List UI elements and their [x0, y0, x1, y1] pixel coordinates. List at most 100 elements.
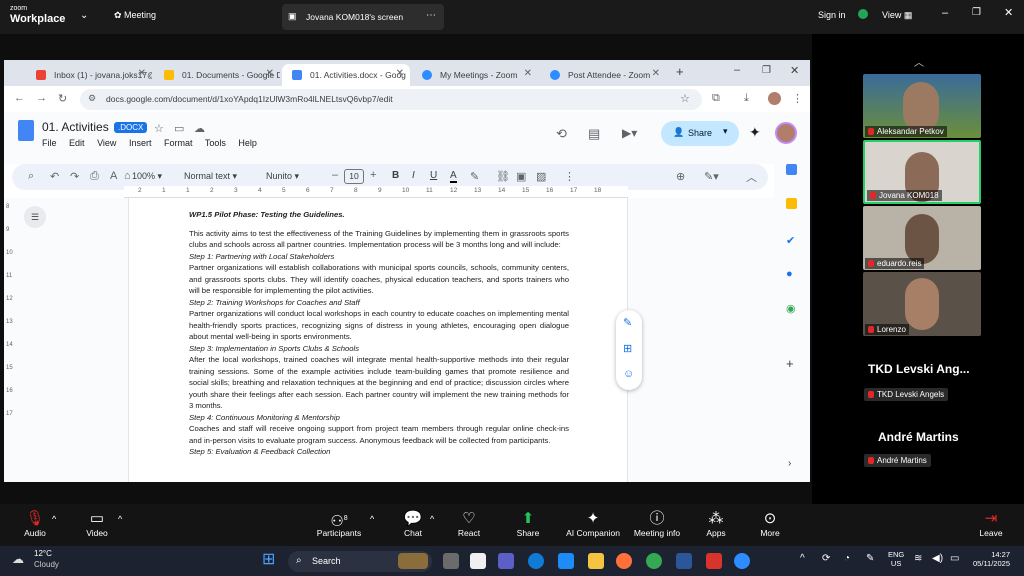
style-select[interactable]: Normal text ▾ — [184, 171, 237, 182]
undo-icon[interactable]: ↶ — [50, 170, 59, 183]
tasks-icon[interactable]: ✔ — [786, 234, 795, 247]
document-title[interactable]: 01. Activities — [42, 120, 109, 134]
print-icon[interactable]: ⎙ — [90, 170, 99, 183]
security-icon[interactable]: ◔ — [844, 553, 850, 564]
clock[interactable]: 14:27 05/11/2025 — [966, 550, 1010, 568]
avatar[interactable] — [775, 122, 797, 144]
comment-icon[interactable]: ▤ — [588, 126, 600, 142]
participant-video[interactable]: Aleksandar Petkov — [863, 74, 981, 138]
wifi-icon[interactable]: ≋ — [914, 553, 922, 564]
close-tab-icon[interactable]: ✕ — [652, 68, 660, 79]
sync-icon[interactable]: ⟳ — [822, 553, 830, 564]
chevron-up-icon[interactable]: ^ — [52, 514, 56, 524]
teams-icon[interactable] — [498, 553, 514, 569]
italic-icon[interactable]: I — [412, 170, 415, 181]
add-icon[interactable]: + — [786, 356, 794, 371]
close-tab-icon[interactable]: ✕ — [396, 68, 404, 79]
menu-format[interactable]: Format — [164, 138, 193, 148]
site-info-icon[interactable]: ⚙ — [88, 93, 96, 104]
increase-font-icon[interactable]: + — [370, 169, 376, 181]
back-icon[interactable]: ← — [14, 92, 25, 104]
menu-insert[interactable]: Insert — [129, 138, 152, 148]
maps-icon[interactable]: ◉ — [786, 302, 796, 315]
star-icon[interactable]: ☆ — [154, 122, 164, 135]
screen-share-tab[interactable]: ▣ Jovana KOM018's screen ⋯ — [282, 4, 444, 30]
participant-video[interactable]: Jovana KOM018 — [863, 140, 981, 204]
cloud-icon[interactable]: ☁ — [12, 552, 24, 566]
participants-button[interactable]: ⚇8 Participants — [312, 510, 366, 538]
react-button[interactable]: ♡ React — [454, 510, 484, 538]
close-tab-icon[interactable]: ✕ — [266, 68, 274, 79]
url-bar[interactable]: ⚙ docs.google.com/document/d/1xoYApdq1Iz… — [80, 89, 702, 110]
chat-button[interactable]: 💬 Chat — [398, 510, 428, 538]
cloud-icon[interactable]: ☁ — [194, 122, 205, 135]
folder-icon[interactable]: ▭ — [174, 122, 184, 135]
spellcheck-icon[interactable]: A — [110, 170, 117, 182]
menu-file[interactable]: File — [42, 138, 57, 148]
weather-temp[interactable]: 12°C — [34, 549, 52, 558]
browser-tab-zoom-meetings[interactable]: My Meetings - Zoom ✕ — [412, 64, 538, 86]
emoji-reaction-icon[interactable]: ☺ — [623, 368, 634, 380]
redo-icon[interactable]: ↷ — [70, 170, 79, 183]
store-icon[interactable] — [470, 553, 486, 569]
chevron-up-icon[interactable]: ^ — [800, 553, 805, 564]
browser-tab-docs[interactable]: 01. Activities.docx - Goog ✕ — [282, 64, 410, 86]
edge-icon[interactable] — [528, 553, 544, 569]
font-size-input[interactable]: 10 — [344, 169, 364, 184]
zoom-icon[interactable] — [734, 553, 750, 569]
firefox-icon[interactable] — [616, 553, 632, 569]
pdf-icon[interactable] — [706, 553, 722, 569]
volume-icon[interactable]: ◀) — [932, 553, 943, 564]
close-tab-icon[interactable]: ✕ — [138, 68, 146, 79]
browser-tab-drive[interactable]: 01. Documents - Google Dri ✕ — [154, 64, 280, 86]
extensions-icon[interactable]: ⧉ — [712, 92, 720, 105]
close-icon[interactable]: ✕ — [790, 64, 799, 77]
chevron-up-icon[interactable]: ︿ — [914, 54, 924, 69]
view-button[interactable]: View ▦ — [882, 10, 912, 21]
folder-icon[interactable] — [588, 553, 604, 569]
word-icon[interactable] — [676, 553, 692, 569]
audio-button[interactable]: 🎙 Audio — [20, 510, 50, 538]
avatar[interactable] — [768, 92, 781, 105]
chrome-icon[interactable] — [646, 553, 662, 569]
document-body[interactable]: WP1.5 Pilot Phase: Testing the Guideline… — [189, 209, 569, 458]
chevron-down-icon[interactable]: ▾ — [723, 126, 728, 137]
font-select[interactable]: Nunito ▾ — [266, 171, 299, 182]
close-icon[interactable]: ✕ — [1004, 6, 1013, 19]
link-icon[interactable]: ⛓ — [496, 170, 510, 183]
minimize-icon[interactable]: – — [734, 64, 740, 76]
restore-icon[interactable]: ❐ — [762, 65, 771, 76]
close-tab-icon[interactable]: ✕ — [524, 68, 532, 79]
menu-edit[interactable]: Edit — [69, 138, 85, 148]
meet-icon[interactable]: ▶▾ — [622, 126, 637, 140]
suggest-edit-icon[interactable]: ✎ — [623, 316, 632, 329]
battery-icon[interactable]: ▭ — [950, 553, 959, 564]
keep-icon[interactable] — [786, 198, 797, 209]
participant-name[interactable]: TKD Levski Angels — [864, 388, 949, 401]
gemini-icon[interactable]: ✦ — [749, 124, 761, 141]
pen-icon[interactable]: ✎ — [866, 553, 874, 564]
docs-logo-icon[interactable] — [18, 120, 34, 141]
leave-button[interactable]: ⇥ Leave — [976, 510, 1006, 538]
participant-video[interactable]: Lorenzo — [863, 272, 981, 336]
search-icon[interactable]: ⌕ — [28, 170, 34, 183]
decrease-font-icon[interactable]: – — [332, 169, 338, 181]
meeting-info-button[interactable]: ⓘ Meeting info — [630, 510, 684, 538]
horizontal-ruler[interactable]: 2 1 1 2 3 4 5 6 7 8 9 10 11 12 13 14 15 16 17 18 — [124, 186, 628, 198]
star-icon[interactable]: ☆ — [680, 92, 690, 105]
forward-icon[interactable]: → — [36, 92, 47, 104]
chevron-up-icon[interactable]: ^ — [118, 514, 122, 524]
paint-format-icon[interactable]: ⌂ — [124, 170, 131, 182]
ai-companion-button[interactable]: ✦ AI Companion — [564, 510, 622, 538]
participant-name[interactable]: André Martins — [864, 454, 931, 467]
reload-icon[interactable]: ↻ — [58, 92, 67, 105]
search-box[interactable]: ⌕ Search — [288, 551, 432, 572]
share-button[interactable]: 👤 Share ▾ — [661, 121, 739, 146]
add-comment-icon[interactable]: ⊞ — [623, 342, 632, 355]
more-icon[interactable]: ⋯ — [426, 10, 436, 21]
outline-icon[interactable]: ☰ — [24, 206, 46, 228]
ai-icon[interactable]: ⊕ — [676, 170, 685, 183]
language-indicator[interactable]: ENG US — [888, 550, 904, 568]
highlight-icon[interactable]: ✎ — [470, 170, 479, 183]
participant-video[interactable]: eduardo.reis — [863, 206, 981, 270]
